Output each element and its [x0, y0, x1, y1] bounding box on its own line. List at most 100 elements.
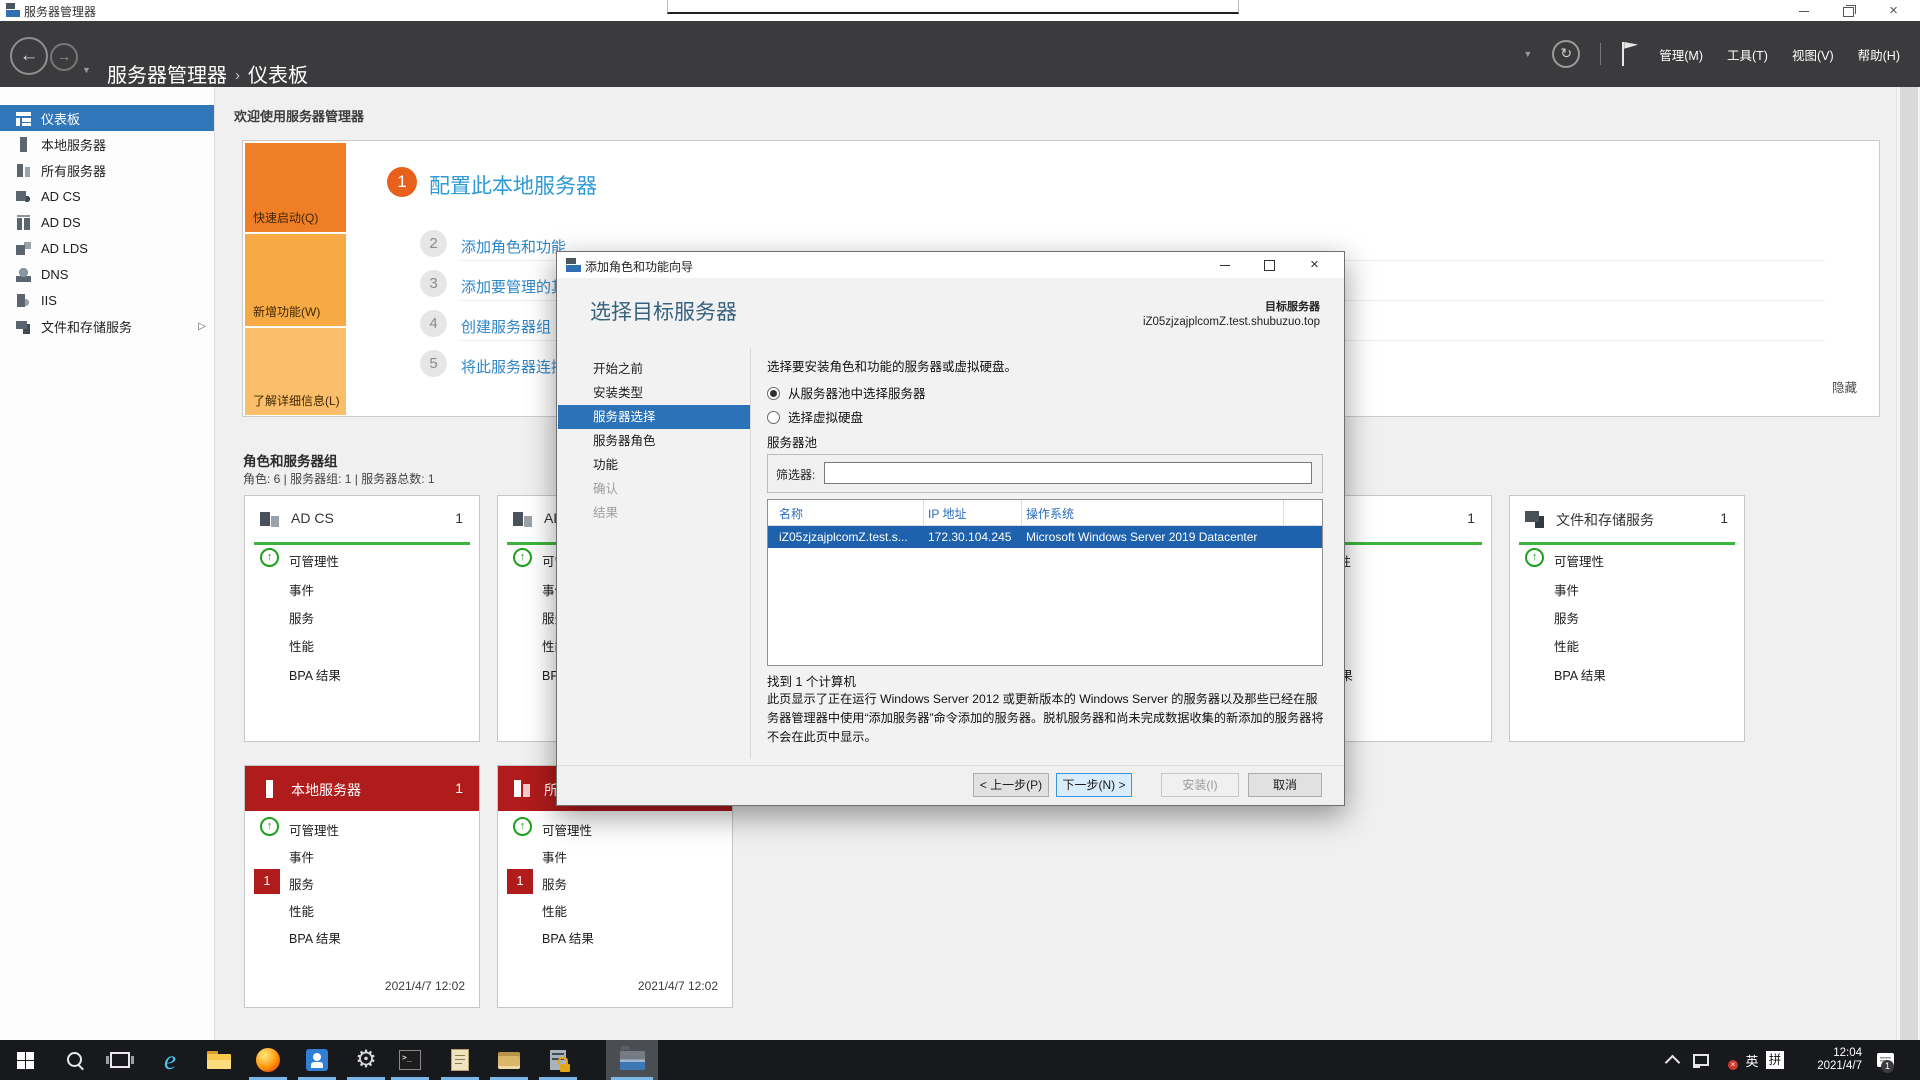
sidebar-item-local-server[interactable]: 本地服务器	[0, 131, 214, 157]
tab-label: 新增功能(W)	[253, 303, 320, 320]
tile-item-manageability[interactable]: 可管理性	[542, 820, 592, 839]
tile-item-performance[interactable]: 性能	[542, 901, 567, 920]
tray-expand-button[interactable]	[1658, 1040, 1686, 1080]
step-create-server-group[interactable]: 创建服务器组	[461, 316, 551, 337]
sidebar-item-iis[interactable]: IIS	[0, 287, 214, 313]
wizard-step-before-begin[interactable]: 开始之前	[558, 357, 750, 381]
command-prompt-button[interactable]	[386, 1040, 434, 1080]
tile-item-performance[interactable]: 性能	[289, 636, 314, 655]
menu-view[interactable]: 视图(V)	[1790, 41, 1836, 68]
back-button[interactable]: ←	[10, 37, 48, 75]
notifications-flag-icon[interactable]	[1621, 42, 1637, 66]
radio-unselected-icon[interactable]	[767, 411, 780, 424]
script-app-button[interactable]	[436, 1040, 484, 1080]
step-add-roles-features[interactable]: 添加角色和功能	[461, 236, 566, 257]
server-pool-row-selected[interactable]: iZ05zjzajplcomZ.test.s... 172.30.104.245…	[768, 526, 1322, 548]
search-button[interactable]	[51, 1040, 99, 1080]
step-configure-local-server[interactable]: 配置此本地服务器	[429, 170, 597, 200]
sidebar-item-dashboard[interactable]: 仪表板	[0, 105, 214, 131]
task-view-button[interactable]	[96, 1040, 144, 1080]
sidebar-item-ad-ds[interactable]: AD DS	[0, 209, 214, 235]
tab-learn-more[interactable]: 了解详细信息(L)	[245, 328, 346, 415]
next-button[interactable]: 下一步(N) >	[1056, 773, 1132, 797]
tile-item-performance[interactable]: 性能	[1554, 636, 1579, 655]
tab-quick-start[interactable]: 快速启动(Q)	[245, 143, 346, 232]
settings-button[interactable]: ⚙	[342, 1040, 390, 1080]
tile-item-events[interactable]: 事件	[289, 580, 314, 599]
wizard-step-install-type[interactable]: 安装类型	[558, 381, 750, 405]
firefox-button[interactable]	[244, 1040, 292, 1080]
tile-item-bpa[interactable]: BPA 结果	[289, 665, 341, 684]
wizard-step-server-selection[interactable]: 服务器选择	[558, 405, 750, 429]
dialog-close-button[interactable]: ×	[1292, 252, 1337, 278]
filter-input[interactable]	[824, 462, 1312, 484]
tile-item-events[interactable]: 事件	[542, 847, 567, 866]
wizard-step-features[interactable]: 功能	[558, 453, 750, 477]
expand-arrow-icon[interactable]: ▷	[198, 321, 206, 332]
start-button[interactable]	[1, 1040, 49, 1080]
volume-tray-icon[interactable]	[1714, 1040, 1740, 1080]
tile-item-events[interactable]: 事件	[289, 847, 314, 866]
breadcrumb-root[interactable]: 服务器管理器	[107, 65, 227, 87]
close-button[interactable]: ×	[1871, 0, 1916, 21]
services-alert-badge[interactable]: 1	[507, 869, 533, 894]
role-tile-header[interactable]: AD CS1	[245, 496, 479, 542]
scrollbar-thumb[interactable]	[1900, 87, 1918, 1040]
sidebar-item-ad-cs[interactable]: AD CS	[0, 183, 214, 209]
radio-server-pool[interactable]: 从服务器池中选择服务器	[767, 383, 926, 402]
menu-tools[interactable]: 工具(T)	[1725, 41, 1770, 68]
tile-item-performance[interactable]: 性能	[289, 901, 314, 920]
tile-item-manageability[interactable]: 可管理性	[289, 820, 339, 839]
services-alert-badge[interactable]: 1	[254, 869, 280, 894]
cancel-button[interactable]: 取消	[1248, 773, 1322, 797]
action-center-button[interactable]: 1	[1868, 1040, 1902, 1080]
server-lock-app-button[interactable]	[534, 1040, 582, 1080]
network-tray-icon[interactable]	[1688, 1040, 1714, 1080]
minimize-button[interactable]	[1781, 0, 1826, 21]
column-header-ip[interactable]: IP 地址	[928, 505, 966, 522]
vertical-scrollbar[interactable]	[1896, 87, 1920, 1040]
restore-button[interactable]	[1826, 0, 1871, 21]
previous-button[interactable]: < 上一步(P)	[973, 773, 1049, 797]
tile-item-services[interactable]: 服务	[289, 608, 314, 627]
radio-virtual-disk[interactable]: 选择虚拟硬盘	[767, 407, 863, 426]
sidebar-item-dns[interactable]: DNS	[0, 261, 214, 287]
history-caret-icon[interactable]: ▼	[82, 65, 91, 75]
tile-item-manageability[interactable]: 可管理性	[1554, 551, 1604, 570]
server-manager-taskbar-button[interactable]	[606, 1040, 658, 1080]
tile-item-manageability[interactable]: 可管理性	[289, 551, 339, 570]
file-explorer-button[interactable]	[195, 1040, 243, 1080]
internet-explorer-button[interactable]: e	[146, 1040, 194, 1080]
forward-button[interactable]: →	[50, 43, 78, 71]
book-app-button[interactable]	[485, 1040, 533, 1080]
role-tile-header[interactable]: 文件和存储服务1	[1510, 496, 1744, 542]
taskbar-clock[interactable]: 12:04 2021/4/7	[1790, 1040, 1862, 1080]
tile-item-services[interactable]: 服务	[289, 874, 314, 893]
sidebar-item-file-storage[interactable]: 文件和存储服务▷	[0, 313, 214, 339]
dialog-minimize-button[interactable]	[1202, 252, 1247, 278]
server-tile-header[interactable]: 本地服务器1	[245, 766, 479, 811]
dialog-maximize-button[interactable]	[1247, 252, 1292, 278]
tile-item-bpa[interactable]: BPA 结果	[289, 928, 341, 947]
menu-help[interactable]: 帮助(H)	[1856, 41, 1902, 68]
sidebar-item-all-servers[interactable]: 所有服务器	[0, 157, 214, 183]
hide-link[interactable]: 隐藏	[1832, 377, 1857, 396]
sidebar-item-ad-lds[interactable]: AD LDS	[0, 235, 214, 261]
step-2-circle: 2	[420, 230, 447, 257]
wizard-step-server-roles[interactable]: 服务器角色	[558, 429, 750, 453]
people-app-button[interactable]	[293, 1040, 341, 1080]
refresh-icon[interactable]: ↻	[1552, 40, 1580, 68]
tile-item-bpa[interactable]: BPA 结果	[542, 928, 594, 947]
tile-item-services[interactable]: 服务	[1554, 608, 1579, 627]
tile-item-bpa[interactable]: BPA 结果	[1554, 665, 1606, 684]
language-indicator[interactable]: 英	[1740, 1040, 1764, 1080]
chevron-down-icon[interactable]: ▼	[1523, 49, 1532, 59]
tab-whats-new[interactable]: 新增功能(W)	[245, 234, 346, 326]
radio-selected-icon[interactable]	[767, 387, 780, 400]
column-header-name[interactable]: 名称	[779, 505, 803, 522]
tile-item-services[interactable]: 服务	[542, 874, 567, 893]
menu-manage[interactable]: 管理(M)	[1657, 41, 1705, 68]
column-header-os[interactable]: 操作系统	[1026, 505, 1074, 522]
ime-indicator[interactable]: 拼	[1762, 1040, 1788, 1080]
tile-item-events[interactable]: 事件	[1554, 580, 1579, 599]
